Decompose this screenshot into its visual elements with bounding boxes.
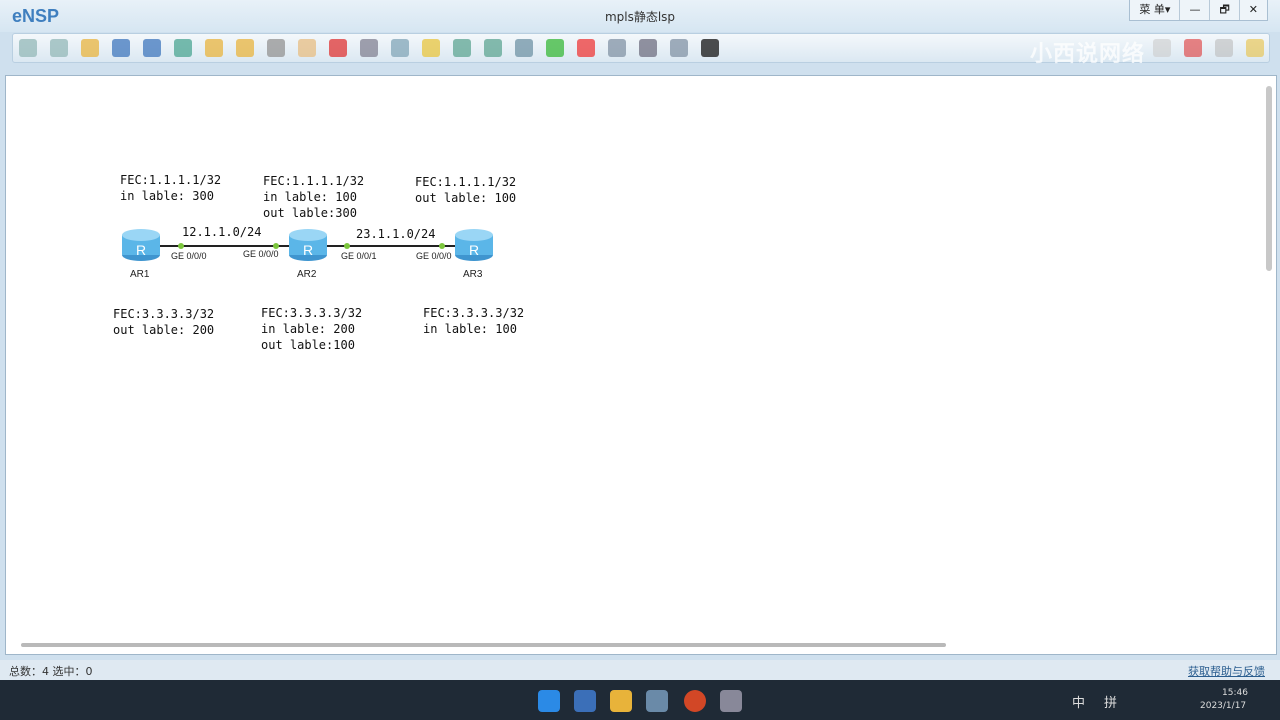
- settings-icon[interactable]: [1215, 39, 1233, 57]
- port-dot: [344, 243, 350, 249]
- fec-label: FEC:1.1.1.1/32 in lable: 300: [120, 173, 222, 203]
- router-name: AR3: [463, 269, 483, 280]
- powerpoint-icon[interactable]: [684, 690, 706, 712]
- router-ar3[interactable]: R: [454, 227, 494, 261]
- svg-text:R: R: [136, 242, 146, 258]
- horizontal-scrollbar[interactable]: [21, 643, 946, 647]
- stop-device-icon[interactable]: [577, 39, 595, 57]
- help-icon[interactable]: [1246, 39, 1264, 57]
- router-name: AR1: [130, 269, 150, 280]
- port-dot: [178, 243, 184, 249]
- router-icon: R: [122, 229, 160, 261]
- zoom-in-icon[interactable]: [453, 39, 471, 57]
- close-button[interactable]: ✕: [1238, 0, 1267, 20]
- ensp-taskbar-icon[interactable]: [646, 690, 668, 712]
- selection-count: 总数：4 选中：0: [9, 665, 93, 678]
- new-lab-icon[interactable]: [50, 39, 68, 57]
- restore-button[interactable]: 🗗: [1209, 0, 1238, 20]
- topology-icon[interactable]: [639, 39, 657, 57]
- router-icon: R: [289, 229, 327, 261]
- undo-icon[interactable]: [205, 39, 223, 57]
- interface-label: GE 0/0/0: [243, 249, 279, 259]
- fec-label: FEC:1.1.1.1/32 in lable: 100 out lable:3…: [263, 174, 365, 220]
- window-title: mpls静态lsp: [604, 10, 676, 24]
- svg-text:R: R: [469, 242, 479, 258]
- vertical-scrollbar[interactable]: [1266, 86, 1272, 271]
- taskbar: [0, 680, 1280, 720]
- open-icon[interactable]: [81, 39, 99, 57]
- interface-label: GE 0/0/1: [341, 251, 377, 261]
- svg-text:R: R: [303, 242, 313, 258]
- save-icon[interactable]: [112, 39, 130, 57]
- pan-hand-icon[interactable]: [298, 39, 316, 57]
- huawei-icon[interactable]: [1184, 39, 1202, 57]
- capture-icon[interactable]: [608, 39, 626, 57]
- start-device-icon[interactable]: [546, 39, 564, 57]
- watermark: 小西说网络: [1030, 42, 1146, 67]
- router-name: AR2: [297, 269, 317, 280]
- rectangle-icon[interactable]: [422, 39, 440, 57]
- file-explorer-icon[interactable]: [610, 690, 632, 712]
- network-label: 12.1.1.0/24: [182, 225, 262, 239]
- router-icon: R: [455, 229, 493, 261]
- zoom-out-icon[interactable]: [484, 39, 502, 57]
- delete-link-icon[interactable]: [360, 39, 378, 57]
- topology-svg: [156, 243, 461, 249]
- interface-label: GE 0/0/0: [416, 251, 452, 261]
- status-bar: 总数：4 选中：0 获取帮助与反馈: [0, 660, 1280, 680]
- delete-icon[interactable]: [329, 39, 347, 57]
- ime-language[interactable]: 中: [1072, 692, 1085, 711]
- fit-view-icon[interactable]: [515, 39, 533, 57]
- title-bar: eNSP mpls静态lsp 菜 单▾ — 🗗 ✕: [0, 0, 1280, 32]
- help-feedback-link[interactable]: 获取帮助与反馈: [1188, 663, 1265, 679]
- router-ar1[interactable]: R: [121, 227, 161, 261]
- console-icon[interactable]: [701, 39, 719, 57]
- minimize-button[interactable]: —: [1179, 0, 1209, 20]
- fec-label: FEC:1.1.1.1/32 out lable: 100: [415, 175, 517, 205]
- app-window-icon[interactable]: [720, 690, 742, 712]
- message-icon[interactable]: [1153, 39, 1171, 57]
- mail-icon[interactable]: [574, 690, 596, 712]
- clock-time[interactable]: 15:46: [1222, 688, 1248, 698]
- save-as-icon[interactable]: [143, 39, 161, 57]
- panel-icon[interactable]: [670, 39, 688, 57]
- network-label: 23.1.1.0/24: [356, 227, 436, 241]
- start-icon[interactable]: [538, 690, 560, 712]
- redo-icon[interactable]: [236, 39, 254, 57]
- fec-label: FEC:3.3.3.3/32 out lable: 200: [113, 307, 215, 337]
- text-annotation-icon[interactable]: [391, 39, 409, 57]
- fec-label: FEC:3.3.3.3/32 in lable: 200 out lable:1…: [261, 306, 363, 352]
- menu-button[interactable]: 菜 单▾: [1130, 0, 1179, 20]
- ime-mode[interactable]: 拼: [1104, 692, 1117, 711]
- interface-label: GE 0/0/0: [171, 251, 207, 261]
- new-topology-icon[interactable]: [19, 39, 37, 57]
- print-icon[interactable]: [174, 39, 192, 57]
- clock-date[interactable]: 2023/1/17: [1200, 701, 1246, 711]
- select-icon[interactable]: [267, 39, 285, 57]
- port-dot: [439, 243, 445, 249]
- fec-label: FEC:3.3.3.3/32 in lable: 100: [423, 306, 525, 336]
- topology-canvas[interactable]: R AR1 R AR2 R AR3 12.1.1.0/24 23.1.1.0/24 GE …: [5, 75, 1277, 655]
- router-ar2[interactable]: R: [288, 227, 328, 261]
